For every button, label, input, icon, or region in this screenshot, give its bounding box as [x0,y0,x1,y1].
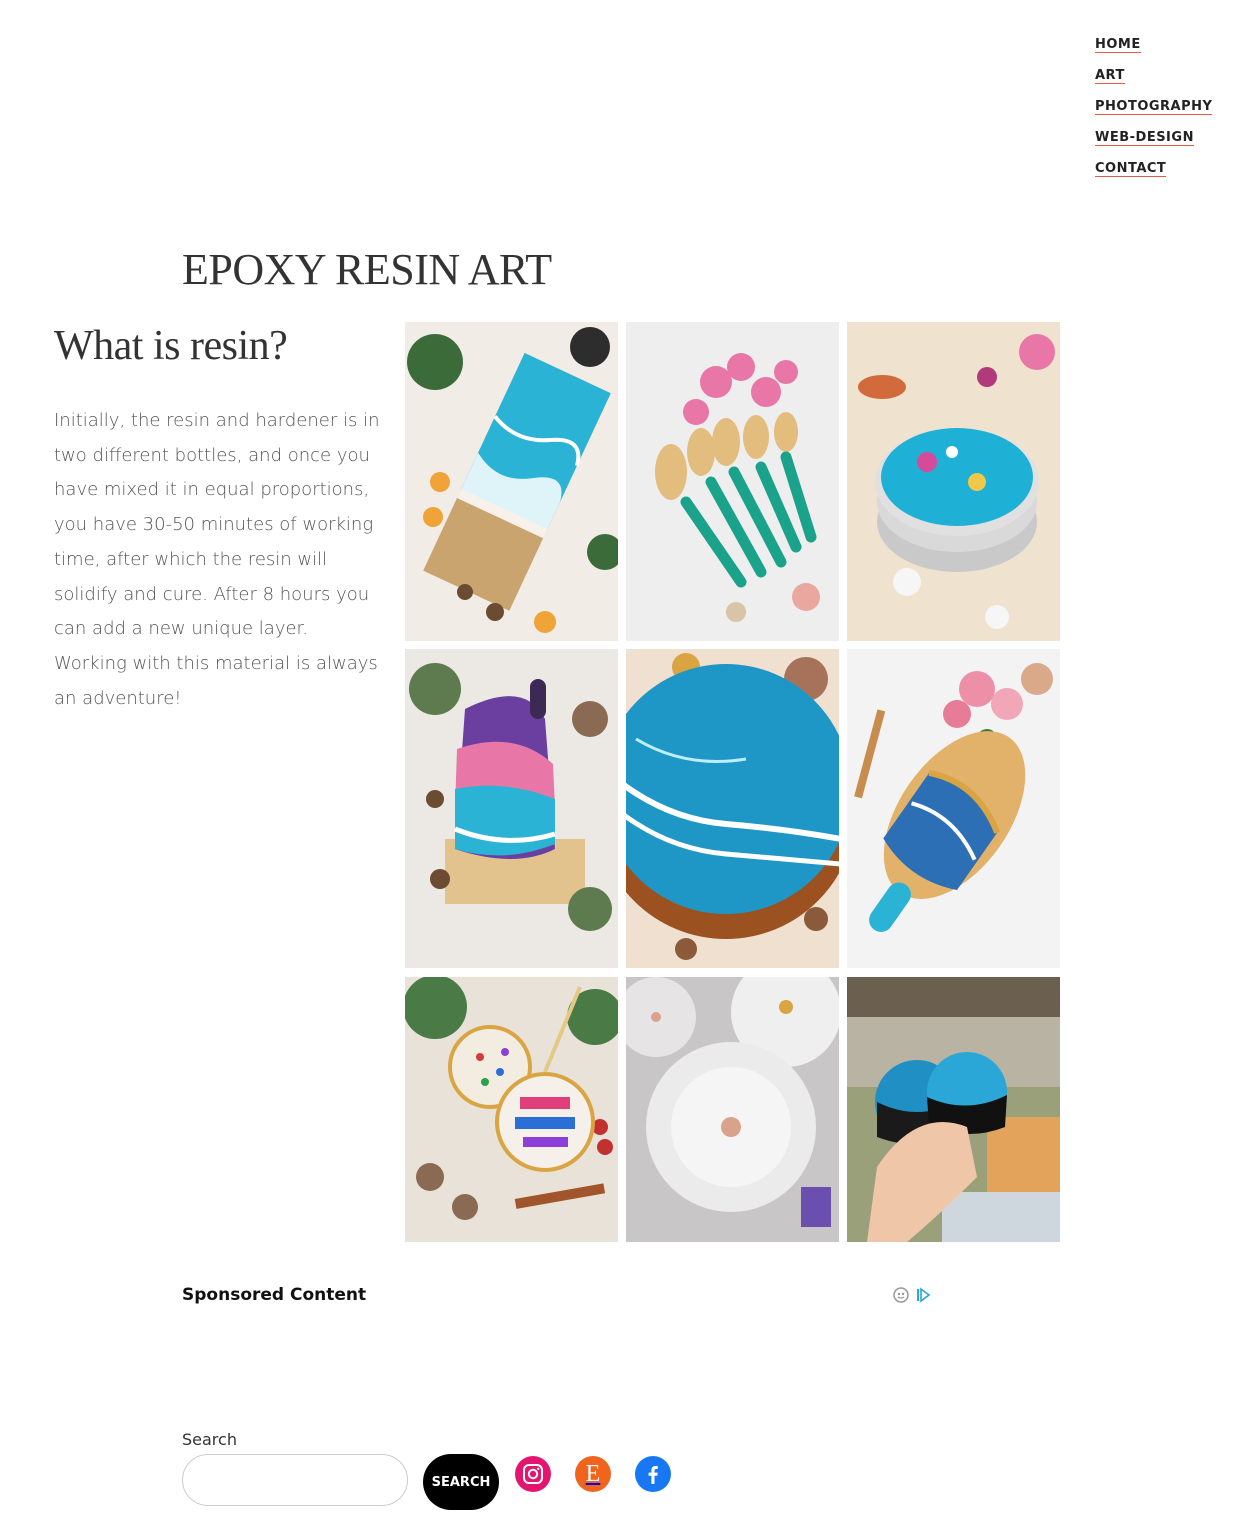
nav-home[interactable]: HOME [1095,36,1212,67]
instagram-link[interactable] [515,1456,551,1492]
instagram-icon [523,1464,543,1484]
facebook-icon [648,1466,658,1484]
gallery-image-ocean-board[interactable] [405,322,618,641]
nav-contact[interactable]: CONTACT [1095,160,1212,191]
gallery-image-geode-board[interactable] [847,649,1060,968]
adchoices-icon[interactable] [915,1287,931,1303]
sponsored-content-label: Sponsored Content [182,1285,367,1305]
etsy-icon: E [585,1461,601,1487]
gallery-image-holiday-ornament[interactable] [405,977,618,1242]
search-input[interactable] [182,1454,408,1506]
etsy-link[interactable]: E [575,1456,611,1492]
search-label: Search [182,1430,237,1449]
page-title: EPOXY RESIN ART [182,245,552,294]
section-heading: What is resin? [54,323,288,369]
gallery-image-white-flower-coasters[interactable] [626,977,839,1242]
gallery-image-turquoise-coasters[interactable] [847,322,1060,641]
nav-photography[interactable]: PHOTOGRAPHY [1095,98,1213,129]
gallery-image-purple-board[interactable] [405,649,618,968]
nav-art[interactable]: ART [1095,67,1212,98]
search-button[interactable]: SEARCH [423,1454,499,1510]
gallery-image-hand-coasters[interactable] [847,977,1060,1242]
main-nav: HOME ART PHOTOGRAPHY WEB-DESIGN CONTACT [1095,36,1213,191]
ad-info-icon[interactable] [893,1287,909,1303]
gallery-image-bamboo-utensils[interactable] [626,322,839,641]
nav-web-design[interactable]: WEB-DESIGN [1095,129,1212,160]
facebook-link[interactable] [635,1456,671,1492]
ad-choices[interactable] [893,1287,931,1303]
gallery-image-round-wave[interactable] [626,649,839,968]
intro-paragraph: Initially, the resin and hardener is in … [54,410,380,709]
